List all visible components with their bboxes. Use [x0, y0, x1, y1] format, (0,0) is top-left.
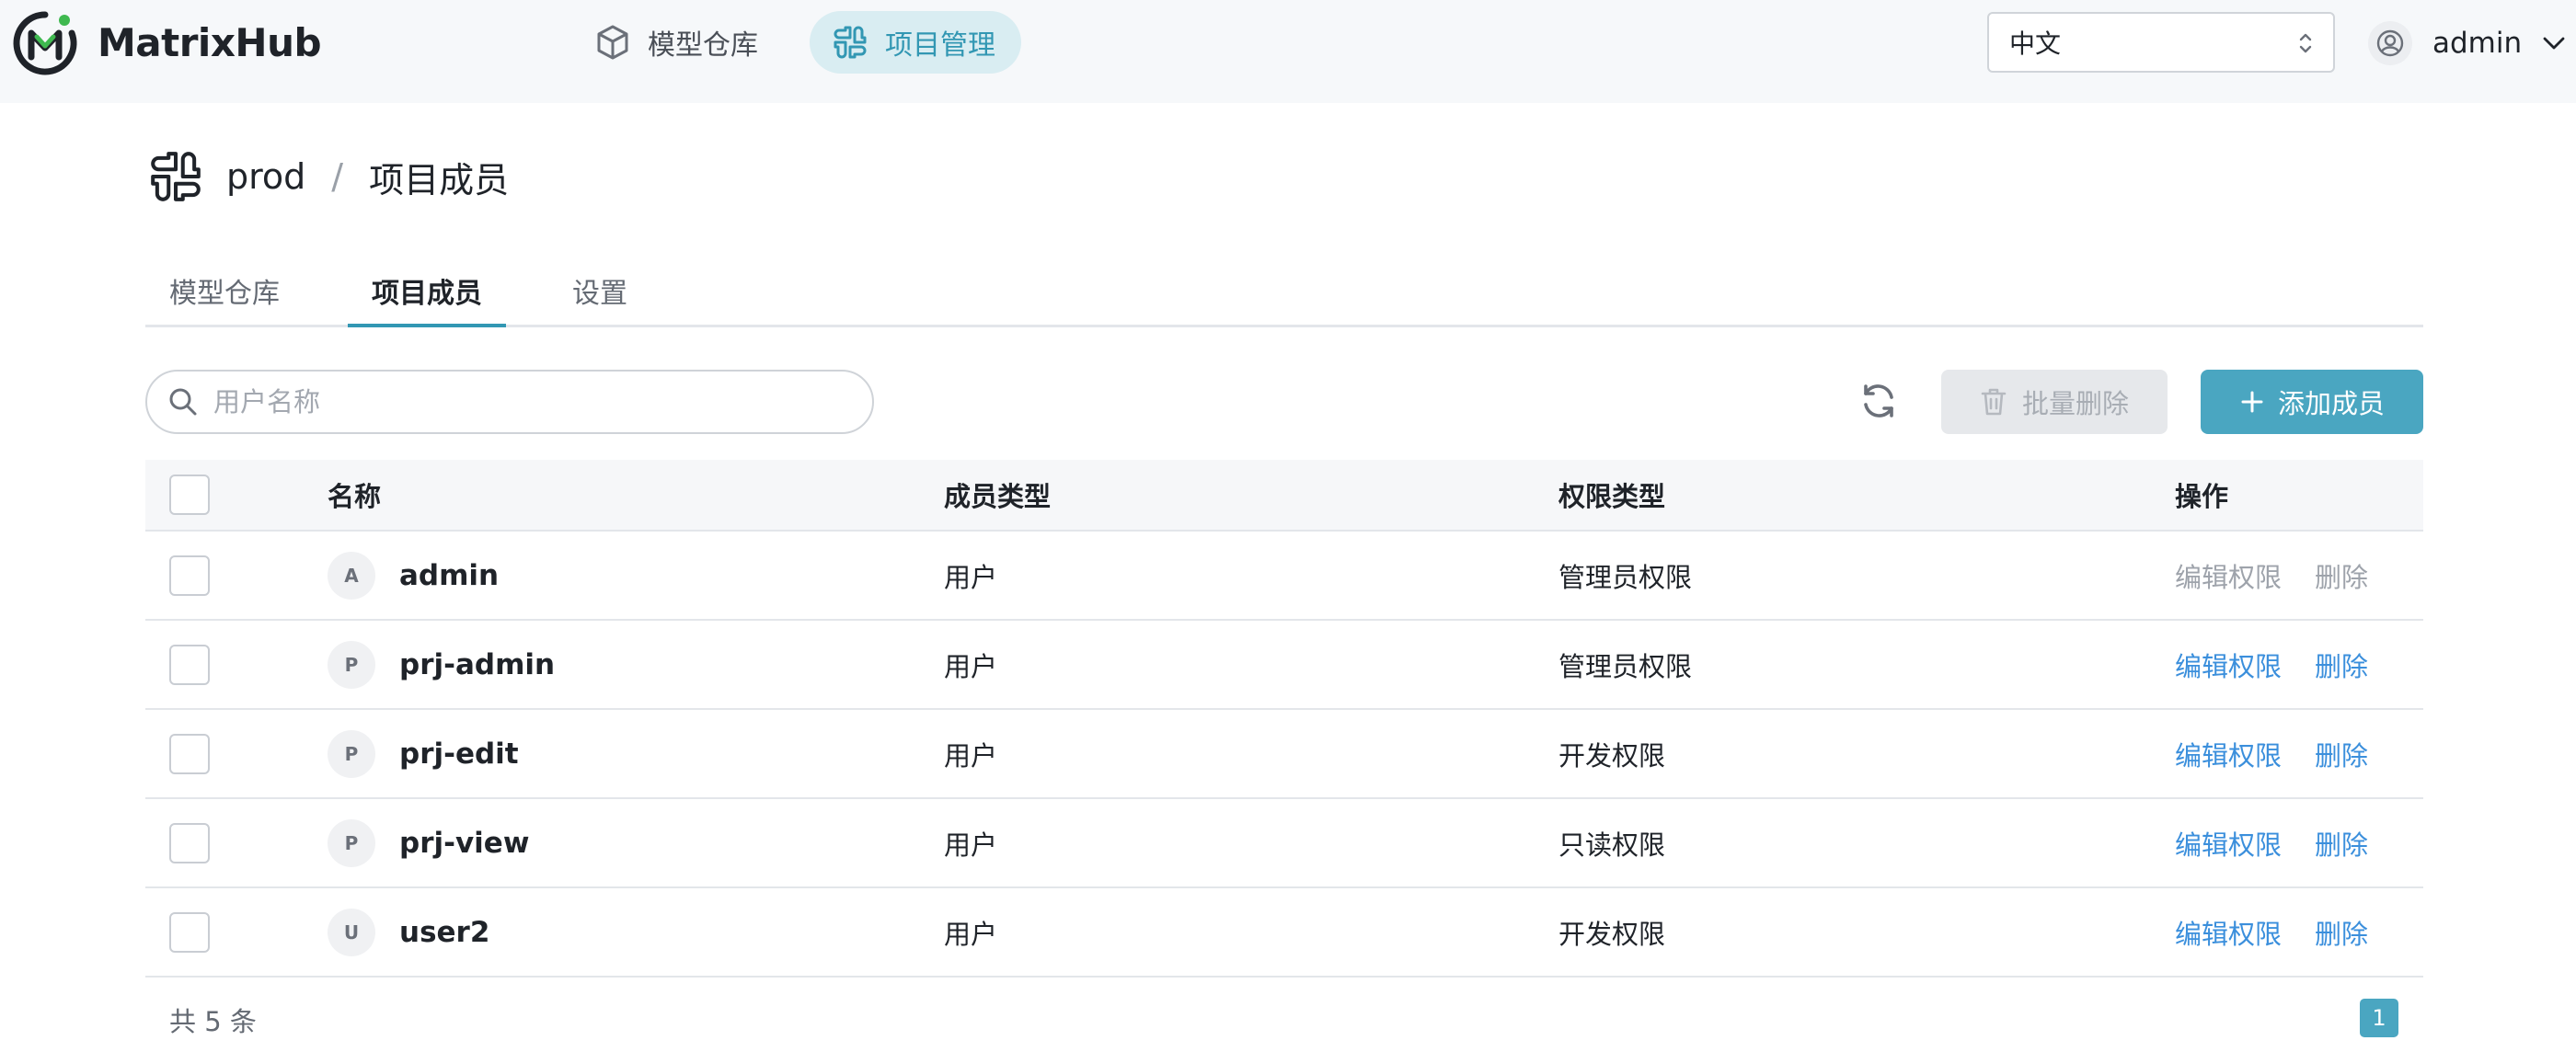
- table-row: P prj-edit 用户 开发权限 编辑权限 删除: [145, 710, 2423, 799]
- tab-members[interactable]: 项目成员: [348, 269, 506, 327]
- chevron-down-icon: [2543, 37, 2565, 50]
- member-type: 用户: [944, 918, 998, 950]
- header-member-type: 成员类型: [944, 481, 1052, 512]
- breadcrumb-project[interactable]: prod: [226, 156, 305, 197]
- refresh-icon: [1864, 384, 1893, 417]
- select-all-checkbox[interactable]: [169, 475, 210, 515]
- table-header: 名称 成员类型 权限类型 操作: [145, 460, 2423, 532]
- search-box: [145, 370, 874, 434]
- member-name: admin: [399, 558, 500, 592]
- nav-item-models[interactable]: 模型仓库: [572, 11, 784, 74]
- table-row: P prj-admin 用户 管理员权限 编辑权限 删除: [145, 621, 2423, 710]
- member-name: user2: [399, 915, 490, 949]
- language-select-value: 中文: [2009, 29, 2062, 59]
- permission-type: 管理员权限: [1558, 650, 1693, 682]
- add-member-button[interactable]: 添加成员: [2201, 370, 2423, 434]
- breadcrumb: prod / 项目成员: [147, 143, 509, 210]
- permission-type: 开发权限: [1558, 918, 1666, 950]
- delete-link: 删除: [2315, 561, 2369, 593]
- member-type: 用户: [944, 829, 998, 861]
- permission-type: 只读权限: [1558, 829, 1666, 861]
- total-count: 共 5 条: [169, 1006, 257, 1037]
- row-checkbox[interactable]: [169, 822, 210, 863]
- page-title: 项目成员: [369, 159, 510, 200]
- header-actions: 操作: [2175, 481, 2229, 512]
- member-name: prj-admin: [399, 647, 556, 681]
- permission-type: 开发权限: [1558, 739, 1666, 772]
- member-type: 用户: [944, 650, 998, 682]
- breadcrumb-separator: /: [331, 156, 344, 197]
- member-type: 用户: [944, 739, 998, 772]
- cube-icon: [597, 25, 628, 60]
- member-name: prj-edit: [399, 737, 519, 771]
- member-name: prj-view: [399, 826, 530, 860]
- delete-link[interactable]: 删除: [2315, 824, 2368, 863]
- header-name: 名称: [328, 481, 382, 512]
- header-permission: 权限类型: [1558, 481, 1666, 512]
- edit-permission-link[interactable]: 编辑权限: [2175, 824, 2282, 863]
- add-member-label: 添加成员: [2277, 388, 2385, 419]
- nav-item-models-label: 模型仓库: [648, 29, 758, 62]
- project-icon: [834, 26, 867, 59]
- row-checkbox[interactable]: [169, 644, 210, 685]
- tab-models[interactable]: 模型仓库: [145, 269, 304, 327]
- avatar: U: [328, 908, 375, 956]
- brand-name[interactable]: MatrixHub: [98, 20, 322, 65]
- tab-settings[interactable]: 设置: [548, 269, 651, 327]
- row-checkbox[interactable]: [169, 555, 210, 596]
- matrixhub-logo-icon[interactable]: [11, 9, 79, 77]
- edit-permission-link: 编辑权限: [2175, 561, 2283, 593]
- top-bar: MatrixHub 模型仓库 项目管理 中文 admin: [0, 0, 2576, 103]
- user-menu[interactable]: admin: [2368, 20, 2566, 66]
- search-input[interactable]: [213, 386, 839, 417]
- edit-permission-link[interactable]: 编辑权限: [2175, 735, 2282, 773]
- user-avatar-icon: [2368, 21, 2412, 65]
- row-checkbox[interactable]: [169, 911, 210, 953]
- row-checkbox[interactable]: [169, 733, 210, 774]
- project-icon: [151, 152, 201, 201]
- table-row: A admin 用户 管理员权限 编辑权限 删除: [145, 532, 2423, 621]
- trash-icon: [1981, 388, 2007, 416]
- delete-link[interactable]: 删除: [2315, 913, 2368, 952]
- avatar: A: [328, 551, 375, 600]
- batch-delete-button[interactable]: 批量删除: [1941, 370, 2168, 434]
- avatar: P: [328, 729, 375, 778]
- refresh-button[interactable]: [1855, 377, 1903, 425]
- nav-item-projects-label: 项目管理: [885, 29, 995, 62]
- member-type: 用户: [944, 561, 998, 593]
- nav-item-projects[interactable]: 项目管理: [810, 11, 1021, 74]
- table-row: P prj-view 用户 只读权限 编辑权限 删除: [145, 799, 2423, 888]
- delete-link[interactable]: 删除: [2315, 646, 2368, 684]
- language-select[interactable]: 中文: [1987, 12, 2335, 73]
- delete-link[interactable]: 删除: [2315, 735, 2368, 773]
- tab-bar: 模型仓库 项目成员 设置: [145, 269, 2423, 327]
- select-arrows-icon: [2299, 33, 2312, 53]
- edit-permission-link[interactable]: 编辑权限: [2175, 913, 2282, 952]
- table-row: U user2 用户 开发权限 编辑权限 删除: [145, 888, 2423, 978]
- avatar: P: [328, 640, 375, 689]
- members-table: 名称 成员类型 权限类型 操作 A admin 用户 管理员权限 编辑权限 删除…: [145, 460, 2423, 978]
- plus-icon: [2241, 391, 2263, 413]
- search-icon: [169, 388, 197, 416]
- batch-delete-label: 批量删除: [2021, 388, 2129, 419]
- user-name: admin: [2432, 27, 2523, 60]
- permission-type: 管理员权限: [1558, 561, 1693, 593]
- avatar: P: [328, 818, 375, 867]
- edit-permission-link[interactable]: 编辑权限: [2175, 646, 2282, 684]
- pagination-page-1[interactable]: 1: [2360, 999, 2398, 1037]
